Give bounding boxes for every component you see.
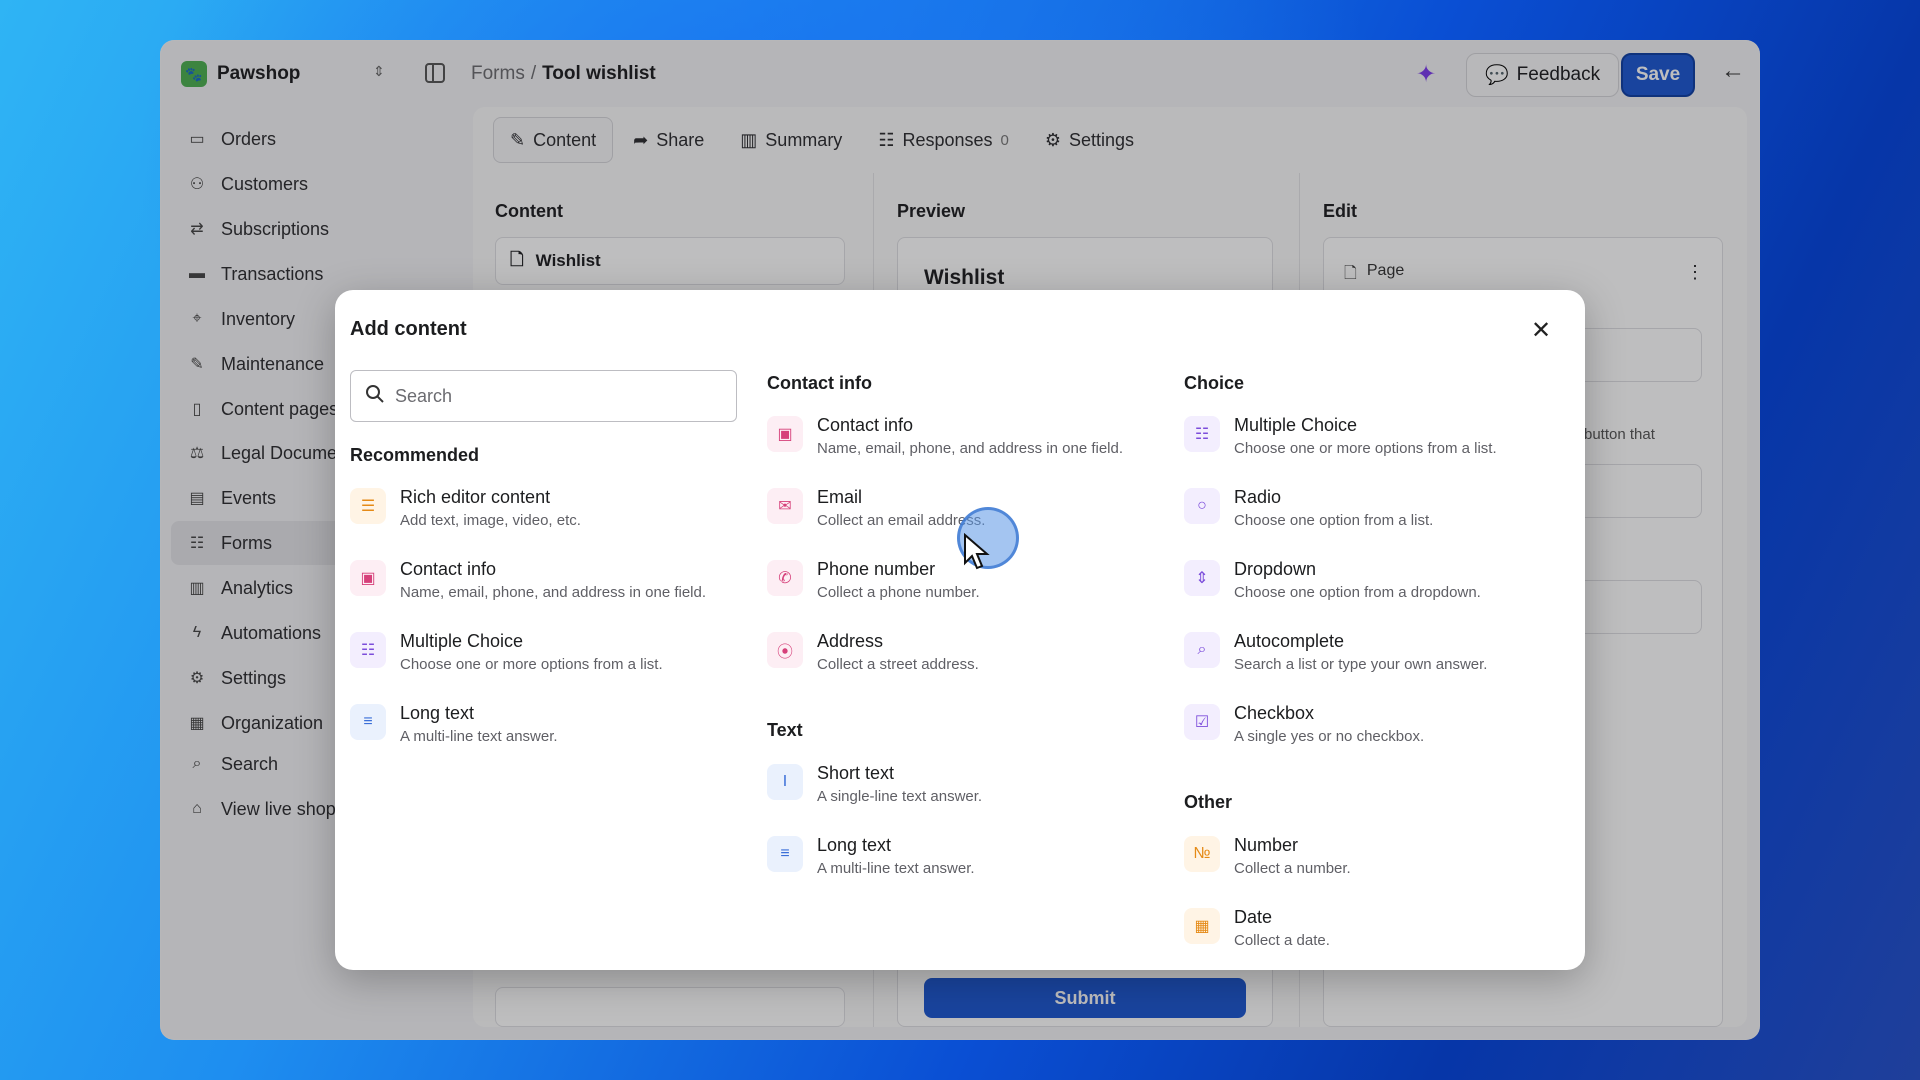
- option-dropdown[interactable]: ⇕ Dropdown Choose one option from a dropdo…: [1184, 558, 1574, 618]
- option-description: Choose one option from a dropdown.: [1234, 584, 1481, 601]
- option-title: Date: [1234, 907, 1273, 927]
- recommended-section-heading: Recommended: [350, 445, 480, 465]
- option-description: Choose one or more options from a list.: [1234, 440, 1497, 457]
- option-description: Collect a date.: [1234, 932, 1330, 949]
- option-phone-number[interactable]: ✆ Phone number Collect a phone number.: [767, 558, 1157, 618]
- dialog-title: Add content: [350, 318, 467, 340]
- option-rich-editor-content[interactable]: ☰ Rich editor content Add text, image, vid…: [350, 486, 740, 546]
- option-description: Search a list or type your own answer.: [1234, 656, 1488, 673]
- option-title: Rich editor content: [400, 487, 551, 507]
- contact-section-heading: Contact info: [767, 373, 872, 393]
- option-long-text[interactable]: ≡ Long text A multi-line text answer.: [350, 702, 740, 762]
- updown-icon: ⇕: [1184, 560, 1220, 596]
- choice-section-heading: Choice: [1184, 373, 1245, 393]
- option-contact-info[interactable]: ▣ Contact info Name, email, phone, and add…: [350, 558, 740, 618]
- option-title: Dropdown: [1234, 559, 1317, 579]
- close-icon[interactable]: ✕: [1531, 316, 1551, 345]
- checklist-icon: ☷: [350, 632, 386, 668]
- checklist-icon: ☷: [1184, 416, 1220, 452]
- option-description: A single-line text answer.: [817, 788, 983, 805]
- option-description: Choose one option from a list.: [1234, 512, 1434, 529]
- option-number[interactable]: № Number Collect a number.: [1184, 834, 1574, 894]
- option-title: Email: [817, 487, 863, 507]
- contact-card-icon: ▣: [767, 416, 803, 452]
- option-title: Short text: [817, 763, 895, 783]
- option-title: Multiple Choice: [400, 631, 524, 651]
- option-title: Long text: [817, 835, 892, 855]
- option-description: Collect a street address.: [817, 656, 979, 673]
- cursor-text-icon: I: [767, 764, 803, 800]
- option-date[interactable]: ▦ Date Collect a date.: [1184, 906, 1574, 966]
- option-address[interactable]: ⦿ Address Collect a street address.: [767, 630, 1157, 690]
- option-title: Address: [817, 631, 884, 651]
- other-section-heading: Other: [1184, 792, 1233, 812]
- option-title: Multiple Choice: [1234, 415, 1358, 435]
- checkbox-icon: ☑: [1184, 704, 1220, 740]
- option-title: Number: [1234, 835, 1299, 855]
- numero-icon: №: [1184, 836, 1220, 872]
- option-autocomplete[interactable]: ⌕ Autocomplete Search a list or type your …: [1184, 630, 1574, 690]
- option-title: Radio: [1234, 487, 1282, 507]
- pin-icon: ⦿: [767, 632, 803, 668]
- option-description: Choose one or more options from a list.: [400, 656, 663, 673]
- option-long-text[interactable]: ≡ Long text A multi-line text answer.: [767, 834, 1157, 894]
- mouse-pointer-icon: [964, 533, 990, 570]
- option-description: A multi-line text answer.: [400, 728, 558, 745]
- search-icon: ⌕: [1184, 632, 1220, 668]
- option-checkbox[interactable]: ☑ Checkbox A single yes or no checkbox.: [1184, 702, 1574, 762]
- option-multiple-choice[interactable]: ☷ Multiple Choice Choose one or more optio…: [350, 630, 740, 690]
- option-multiple-choice[interactable]: ☷ Multiple Choice Choose one or more optio…: [1184, 414, 1574, 474]
- option-title: Contact info: [817, 415, 914, 435]
- option-description: A single yes or no checkbox.: [1234, 728, 1425, 745]
- option-description: Name, email, phone, and address in one f…: [817, 440, 1124, 457]
- mail-icon: ✉: [767, 488, 803, 524]
- contact-card-icon: ▣: [350, 560, 386, 596]
- lines-icon: ≡: [350, 704, 386, 740]
- option-title: Contact info: [400, 559, 497, 579]
- add-content-dialog: Add content ✕ Recommended ☰ Rich editor co…: [335, 290, 1585, 970]
- phone-icon: ✆: [767, 560, 803, 596]
- option-title: Long text: [400, 703, 475, 723]
- search-input[interactable]: [395, 385, 715, 407]
- lines-icon: ≡: [767, 836, 803, 872]
- search-field[interactable]: [350, 370, 737, 422]
- search-icon: [365, 384, 385, 409]
- option-title: Checkbox: [1234, 703, 1315, 723]
- option-title: Autocomplete: [1234, 631, 1345, 651]
- option-title: Phone number: [817, 559, 936, 579]
- option-description: Collect a number.: [1234, 860, 1351, 877]
- calendar-icon: ▦: [1184, 908, 1220, 944]
- option-description: A multi-line text answer.: [817, 860, 975, 877]
- rich-text-icon: ☰: [350, 488, 386, 524]
- text-section-heading: Text: [767, 720, 803, 740]
- radio-icon: ○: [1184, 488, 1220, 524]
- option-radio[interactable]: ○ Radio Choose one option from a list.: [1184, 486, 1574, 546]
- option-description: Collect a phone number.: [817, 584, 980, 601]
- option-short-text[interactable]: I Short text A single-line text answer.: [767, 762, 1157, 822]
- option-description: Name, email, phone, and address in one f…: [400, 584, 707, 601]
- option-contact-info[interactable]: ▣ Contact info Name, email, phone, and add…: [767, 414, 1157, 474]
- option-description: Add text, image, video, etc.: [400, 512, 581, 529]
